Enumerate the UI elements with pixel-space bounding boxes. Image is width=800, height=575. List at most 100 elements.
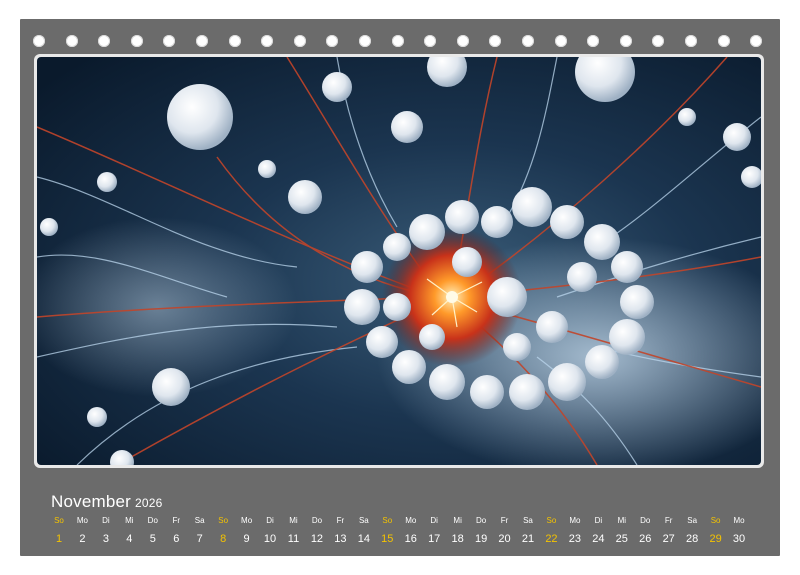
day-number: 18 — [451, 533, 464, 545]
day-cell: Di 10 — [258, 516, 282, 548]
binding-ring — [750, 35, 763, 47]
weekday-label: Fr — [172, 516, 181, 525]
day-cell: Mi 4 — [117, 516, 141, 548]
day-number: 10 — [263, 533, 277, 545]
weekday-label: Sa — [523, 516, 533, 525]
day-cell: Mo 30 — [727, 516, 751, 548]
day-cell: Fr 20 — [493, 516, 517, 548]
day-number: 2 — [79, 533, 86, 545]
binding-ring — [130, 35, 143, 47]
day-cell: Do 12 — [305, 516, 329, 548]
weekday-label: Sa — [194, 516, 205, 525]
binding-ring — [65, 35, 78, 47]
day-number: 22 — [545, 533, 558, 545]
weekday-label: So — [54, 516, 64, 525]
binding-ring — [391, 35, 404, 47]
day-cell: Di 3 — [94, 516, 118, 548]
year-label: 2026 — [135, 496, 163, 510]
binding-ring — [652, 35, 665, 47]
binding-ring — [196, 35, 208, 47]
day-number: 16 — [404, 533, 417, 545]
weekday-label: So — [546, 516, 557, 525]
weekday-label: Mo — [569, 516, 581, 525]
weekday-label: Di — [266, 516, 274, 525]
weekday-label: Di — [102, 516, 110, 525]
day-number: 30 — [732, 533, 746, 545]
binding-ring — [293, 35, 306, 47]
day-number: 4 — [126, 533, 133, 545]
binding-ring — [587, 35, 600, 47]
day-number: 1 — [55, 533, 63, 545]
weekday-label: So — [218, 516, 229, 525]
weekday-label: So — [710, 516, 721, 525]
day-number: 12 — [310, 533, 324, 545]
weekday-label: Mi — [617, 516, 627, 525]
weekday-label: Fr — [664, 516, 673, 525]
neuron-photo — [37, 57, 761, 465]
binding-ring — [359, 35, 371, 47]
day-number: 9 — [243, 533, 250, 545]
day-number: 14 — [357, 533, 370, 545]
day-number: 17 — [428, 533, 441, 545]
weekday-label: Mo — [733, 516, 745, 525]
day-cell: Mo 9 — [235, 516, 259, 548]
day-number: 15 — [381, 533, 394, 545]
month-title: November 2026 — [51, 492, 163, 512]
weekday-label: Mo — [405, 516, 417, 525]
day-cell: Sa 7 — [188, 516, 212, 548]
weekday-label: Mo — [241, 516, 253, 525]
binding-ring — [326, 35, 339, 47]
weekday-label: Mi — [289, 516, 298, 525]
binding-ring — [685, 35, 697, 47]
day-cell: Sa 21 — [516, 516, 540, 548]
binding-rings — [33, 35, 767, 49]
weekday-label: Sa — [358, 516, 369, 525]
day-number: 8 — [220, 533, 227, 545]
weekday-label: Di — [430, 516, 438, 525]
binding-ring — [424, 35, 437, 47]
day-number: 7 — [196, 533, 203, 545]
day-number: 11 — [287, 533, 300, 545]
day-number: 25 — [615, 533, 628, 545]
binding-ring — [619, 35, 632, 47]
weekday-label: Fr — [336, 516, 345, 525]
day-cell: Sa 14 — [352, 516, 376, 548]
day-cell: Do 26 — [633, 516, 657, 548]
weekday-label: Mi — [125, 516, 134, 525]
binding-ring — [261, 35, 274, 47]
day-cell: Sa 28 — [680, 516, 704, 548]
day-cell: So 1 — [47, 516, 71, 548]
month-name: November — [51, 492, 132, 511]
day-cell: So 15 — [375, 516, 399, 548]
day-cell: Mi 11 — [282, 516, 306, 548]
day-number: 13 — [334, 533, 347, 545]
day-number: 3 — [102, 533, 109, 545]
day-cell: So 22 — [539, 516, 563, 548]
binding-ring — [717, 35, 730, 47]
weekday-label: Mo — [76, 516, 88, 525]
day-cell: Mo 2 — [70, 516, 94, 548]
binding-ring — [489, 35, 502, 47]
day-number: 29 — [709, 533, 722, 545]
binding-ring — [163, 35, 176, 47]
weekday-label: Do — [640, 516, 651, 525]
day-cell: Fr 6 — [164, 516, 188, 548]
binding-ring — [554, 35, 567, 47]
binding-ring — [522, 35, 534, 47]
binding-ring — [456, 35, 469, 47]
photo-frame — [34, 54, 764, 468]
binding-ring — [33, 35, 45, 47]
day-number: 21 — [521, 533, 535, 545]
day-cell: So 29 — [704, 516, 728, 548]
day-strip: So 1 Mo 2 Di 3 Mi 4 Do 5 Fr 6 Sa 7 So 8 Mo 9 Di 10 Mi 11 Do 12 F… — [47, 516, 763, 550]
day-cell: So 8 — [211, 516, 235, 548]
day-cell: Do 5 — [141, 516, 165, 548]
day-cell: Fr 27 — [657, 516, 681, 548]
binding-ring — [98, 35, 111, 47]
day-cell: Di 24 — [586, 516, 610, 548]
wall-calendar: November 2026 So 1 Mo 2 Di 3 Mi 4 Do 5 Fr 6 Sa 7 So 8 Mo 9… — [20, 19, 780, 556]
binding-ring — [228, 35, 241, 47]
weekday-label: Do — [475, 516, 487, 525]
day-cell: Mi 18 — [446, 516, 470, 548]
weekday-label: Di — [594, 516, 603, 525]
